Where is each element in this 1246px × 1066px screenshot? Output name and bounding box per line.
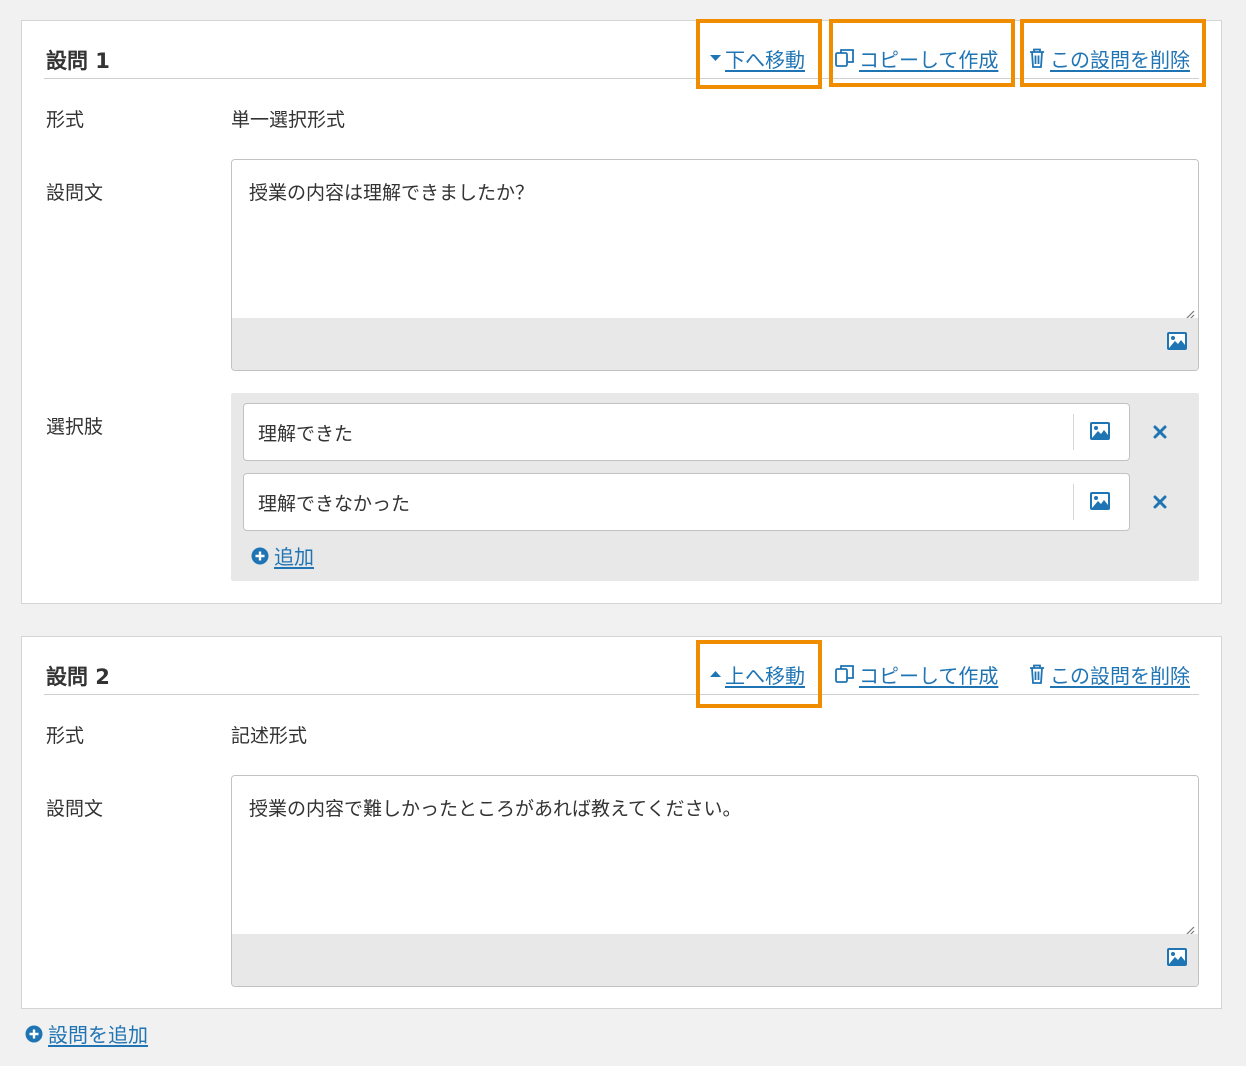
image-icon[interactable] [1166, 331, 1188, 351]
image-icon[interactable] [1089, 421, 1111, 441]
add-question-link[interactable]: 設問を追加 [25, 1019, 148, 1048]
delete-question-link[interactable]: この設問を削除 [1027, 43, 1190, 73]
choice-divider [1073, 414, 1074, 450]
editor-toolbar [232, 934, 1198, 986]
move-down-link[interactable]: 下へ移動 [709, 43, 805, 73]
delete-label: この設問を削除 [1050, 47, 1190, 72]
copy-icon [834, 663, 856, 685]
choice-input[interactable] [244, 404, 1072, 460]
question-text-editor: 授業の内容で難しかったところがあれば教えてください。 [231, 775, 1199, 987]
question-text-label: 設問文 [46, 798, 104, 820]
copy-label: コピーして作成 [859, 663, 999, 688]
trash-icon [1027, 663, 1047, 685]
question-text-input[interactable]: 授業の内容で難しかったところがあれば教えてください。 [232, 776, 1198, 935]
question-panel-1: 設問 1 下へ移動 コピーして作成 この設問を削除 形式 単一選択形式 設問文 … [21, 20, 1222, 604]
move-up-link[interactable]: 上へ移動 [709, 659, 805, 689]
format-value: 記述形式 [231, 725, 308, 747]
image-icon[interactable] [1089, 491, 1111, 511]
choice-divider [1073, 484, 1074, 520]
move-down-label: 下へ移動 [725, 47, 805, 72]
image-icon[interactable] [1166, 947, 1188, 967]
caret-down-icon [709, 53, 722, 63]
copy-label: コピーして作成 [859, 47, 999, 72]
question-text-label: 設問文 [46, 182, 104, 204]
add-choice-label: 追加 [274, 545, 314, 569]
question-text-input[interactable]: 授業の内容は理解できましたか？ [232, 160, 1198, 319]
choice-input[interactable] [244, 474, 1072, 530]
copy-link[interactable]: コピーして作成 [834, 659, 998, 689]
caret-up-icon [709, 669, 722, 679]
delete-question-link[interactable]: この設問を削除 [1027, 659, 1190, 689]
title-divider [44, 694, 1199, 695]
question-panel-2: 設問 2 上へ移動 コピーして作成 この設問を削除 形式 記述形式 設問文 授業… [21, 636, 1222, 1009]
format-label: 形式 [46, 725, 85, 747]
close-icon[interactable] [1150, 492, 1170, 512]
move-up-label: 上へ移動 [725, 663, 805, 688]
copy-icon [834, 47, 856, 69]
add-choice-link[interactable]: 追加 [251, 541, 314, 570]
question-title: 設問 1 [46, 49, 110, 73]
format-label: 形式 [46, 109, 85, 131]
choices-label: 選択肢 [46, 416, 104, 438]
plus-circle-icon [25, 1025, 43, 1043]
question-text-editor: 授業の内容は理解できましたか？ [231, 159, 1199, 371]
choice-item [243, 403, 1130, 461]
editor-toolbar [232, 318, 1198, 370]
delete-label: この設問を削除 [1050, 663, 1190, 688]
copy-link[interactable]: コピーして作成 [834, 43, 998, 73]
plus-circle-icon [251, 547, 269, 565]
resize-grip-icon[interactable] [1183, 921, 1195, 936]
add-question-label: 設問を追加 [48, 1023, 148, 1047]
title-divider [44, 78, 1199, 79]
choice-item [243, 473, 1130, 531]
trash-icon [1027, 47, 1047, 69]
close-icon[interactable] [1150, 422, 1170, 442]
format-value: 単一選択形式 [231, 109, 346, 131]
resize-grip-icon[interactable] [1183, 305, 1195, 320]
question-title: 設問 2 [46, 665, 110, 689]
choices-area: 追加 [231, 393, 1199, 581]
